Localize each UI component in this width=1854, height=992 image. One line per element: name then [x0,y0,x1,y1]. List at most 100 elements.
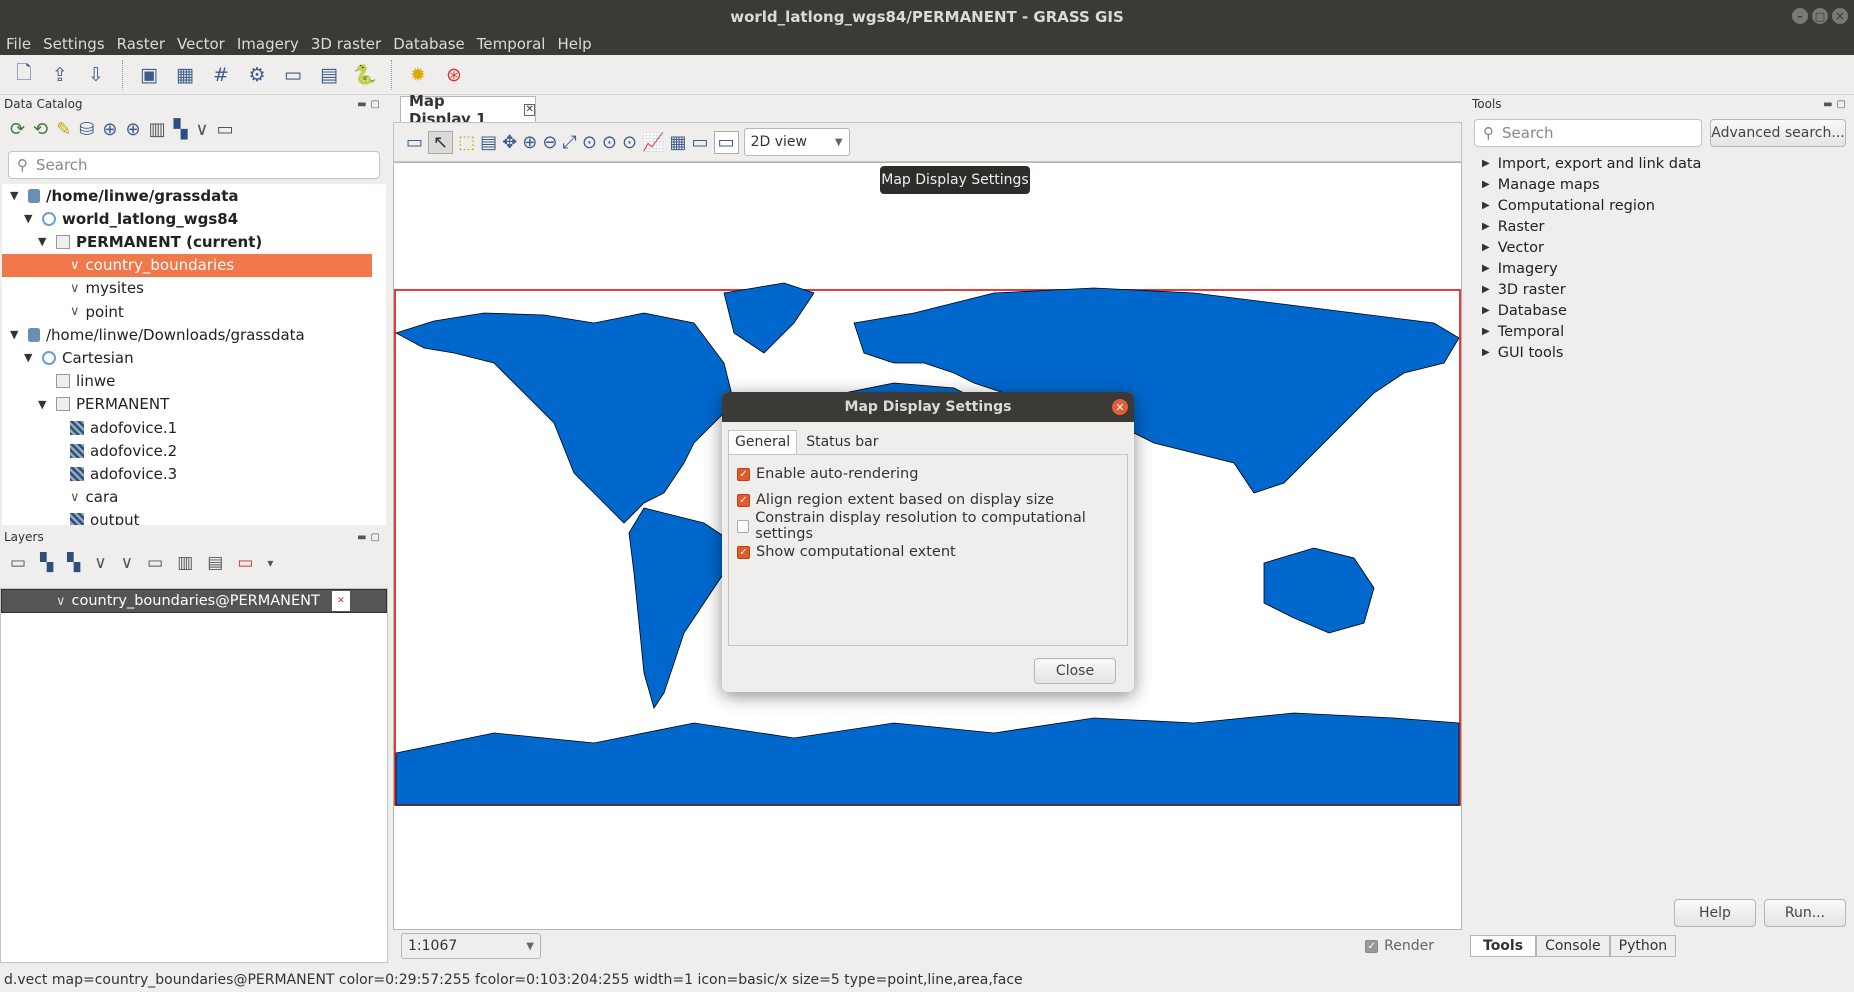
close-button[interactable]: Close [1034,658,1116,684]
python-icon[interactable]: 🐍 [349,59,381,91]
tool-category[interactable]: ▶ Raster [1482,216,1842,237]
run-button[interactable]: Run... [1764,899,1846,927]
tab-map-display-1[interactable]: Map Display 1 ✕ [400,92,536,128]
close-window-button[interactable]: ✕ [1832,8,1848,24]
menu-raster[interactable]: Raster [117,35,165,53]
new-map-display-icon[interactable]: ▣ [133,59,165,91]
minimize-button[interactable]: – [1792,8,1808,24]
tree-item[interactable]: ▼ /home/linwe/Downloads/grassdata [10,323,305,346]
layer-settings-icon[interactable]: ✕ [331,591,350,611]
menu-settings[interactable]: Settings [43,35,105,53]
add-raster-icon[interactable]: ▚ [40,553,53,573]
menu-database[interactable]: Database [393,35,465,53]
panel-float-close-icon[interactable]: ▬▢ [1823,99,1850,110]
add-vector-icon[interactable]: ∨ [94,553,106,573]
tree-item[interactable]: adofovice.2 [52,439,177,462]
tree-item[interactable]: ▼ world_latlong_wgs84 [24,207,238,230]
add-group-icon[interactable]: ▤ [207,553,223,573]
tool-category[interactable]: ▶ Database [1482,300,1842,321]
tree-item[interactable]: linwe [38,370,115,393]
pan-icon[interactable]: ✥ [502,132,517,153]
expand-triangle-icon[interactable]: ▶ [1482,347,1490,358]
remove-layer-icon[interactable]: ▭ [237,553,253,573]
tree-item[interactable]: ▼ PERMANENT (current) [38,230,262,253]
view-mode-select[interactable]: 2D view ▼ [743,128,850,156]
expand-triangle-icon[interactable]: ▶ [1482,284,1490,295]
zoom-in-icon[interactable]: ⊕ [522,132,537,153]
zoom-menu-icon[interactable]: ⊙ [622,132,637,153]
zoom-out-icon[interactable]: ⊖ [542,132,557,153]
tool-category[interactable]: ▶ GUI tools [1482,342,1842,363]
new-workspace-icon[interactable]: 🗋 [8,59,40,91]
add-overlay-icon[interactable]: ▭ [147,553,163,573]
add-command-layer-icon[interactable]: ▥ [177,553,193,573]
catalog-search-input[interactable]: ⚲ Search [8,151,380,179]
reload-current-icon[interactable]: ⟲ [33,119,48,140]
help-lifebuoy-icon[interactable]: ⊛ [438,59,470,91]
more-options-chevron-icon[interactable]: ▾ [267,556,273,570]
dialog-close-icon[interactable]: ✕ [1112,399,1128,415]
edit-pencil-icon[interactable]: ✎ [56,119,71,140]
tree-item[interactable]: ▼ /home/linwe/grassdata [10,184,238,207]
pointer-icon[interactable]: ↖ [428,130,454,154]
save-image-icon[interactable]: ▭ [692,132,709,153]
panel-float-close-icon[interactable]: ▬▢ [357,532,384,543]
panel-float-close-icon[interactable]: ▬▢ [357,99,384,110]
tree-item[interactable]: ▼ PERMANENT [38,393,169,416]
import-raster-icon[interactable]: ▚ [174,119,188,140]
zoom-region-icon[interactable]: ⊙ [582,132,597,153]
expand-triangle-icon[interactable]: ▶ [1482,158,1490,169]
tab-status-bar[interactable]: Status bar [799,430,885,454]
menu-vector[interactable]: Vector [177,35,225,53]
expand-triangle-icon[interactable]: ▶ [1482,305,1490,316]
add-grass-db-icon[interactable]: ⛁ [79,119,94,140]
caret-expanded-icon[interactable]: ▼ [38,398,50,411]
tree-item[interactable]: ∨ country_boundaries [2,253,372,277]
tool-category[interactable]: ▶ Temporal [1482,321,1842,342]
tree-item[interactable]: adofovice.1 [52,416,177,439]
tab-tools[interactable]: Tools [1470,935,1537,957]
tab-python[interactable]: Python [1609,935,1677,957]
tool-category[interactable]: ▶ Imagery [1482,258,1842,279]
query-icon[interactable]: ▤ [480,132,497,153]
caret-expanded-icon[interactable]: ▼ [24,212,36,225]
maximize-button[interactable]: □ [1812,8,1828,24]
menu-temporal[interactable]: Temporal [477,35,546,53]
expand-triangle-icon[interactable]: ▶ [1482,179,1490,190]
menu-imagery[interactable]: Imagery [237,35,299,53]
zoom-back-icon[interactable]: ⊙ [602,132,617,153]
add-vector-misc-icon[interactable]: ∨ [121,553,133,573]
add-mapset-icon[interactable]: ▥ [149,119,166,140]
expand-triangle-icon[interactable]: ▶ [1482,221,1490,232]
settings-gear-icon[interactable]: ✹ [402,59,434,91]
tool-category[interactable]: ▶ Import, export and link data [1482,153,1842,174]
tree-item[interactable]: ∨ point [52,300,124,323]
add-multiple-layers-icon[interactable]: ▭ [10,553,26,573]
save-workspace-icon[interactable]: ⇩ [80,59,112,91]
animation-tool-icon[interactable]: ▭ [277,59,309,91]
menu-file[interactable]: File [6,35,31,53]
layer-manager-icon[interactable]: ▤ [313,59,345,91]
tree-item[interactable]: ∨ cara [52,486,118,509]
tree-item[interactable]: ∨ mysites [52,277,144,300]
tab-console[interactable]: Console [1536,935,1610,957]
help-button[interactable]: Help [1674,899,1756,927]
expand-triangle-icon[interactable]: ▶ [1482,242,1490,253]
menu-3d-raster[interactable]: 3D raster [311,35,381,53]
tree-item[interactable]: ▼ Cartesian [24,346,134,369]
option-checkbox[interactable]: ✓ Show computational extent [737,539,1119,565]
close-tab-icon[interactable]: ✕ [524,103,535,116]
caret-expanded-icon[interactable]: ▼ [38,235,50,248]
advanced-search-button[interactable]: Advanced search... [1710,119,1846,147]
tool-category[interactable]: ▶ Vector [1482,237,1842,258]
map-display-settings-icon[interactable]: ▭ [713,130,739,154]
tool-category[interactable]: ▶ Manage maps [1482,174,1842,195]
scale-combo[interactable]: 1:1067 ▼ [401,933,541,959]
caret-expanded-icon[interactable]: ▼ [10,189,22,202]
add-location-icon[interactable]: ⊕ [102,119,117,140]
caret-expanded-icon[interactable]: ▼ [24,351,36,364]
tool-category[interactable]: ▶ 3D raster [1482,279,1842,300]
tool-category[interactable]: ▶ Computational region [1482,195,1842,216]
select-icon[interactable]: ⬚ [458,132,475,153]
menu-help[interactable]: Help [557,35,591,53]
